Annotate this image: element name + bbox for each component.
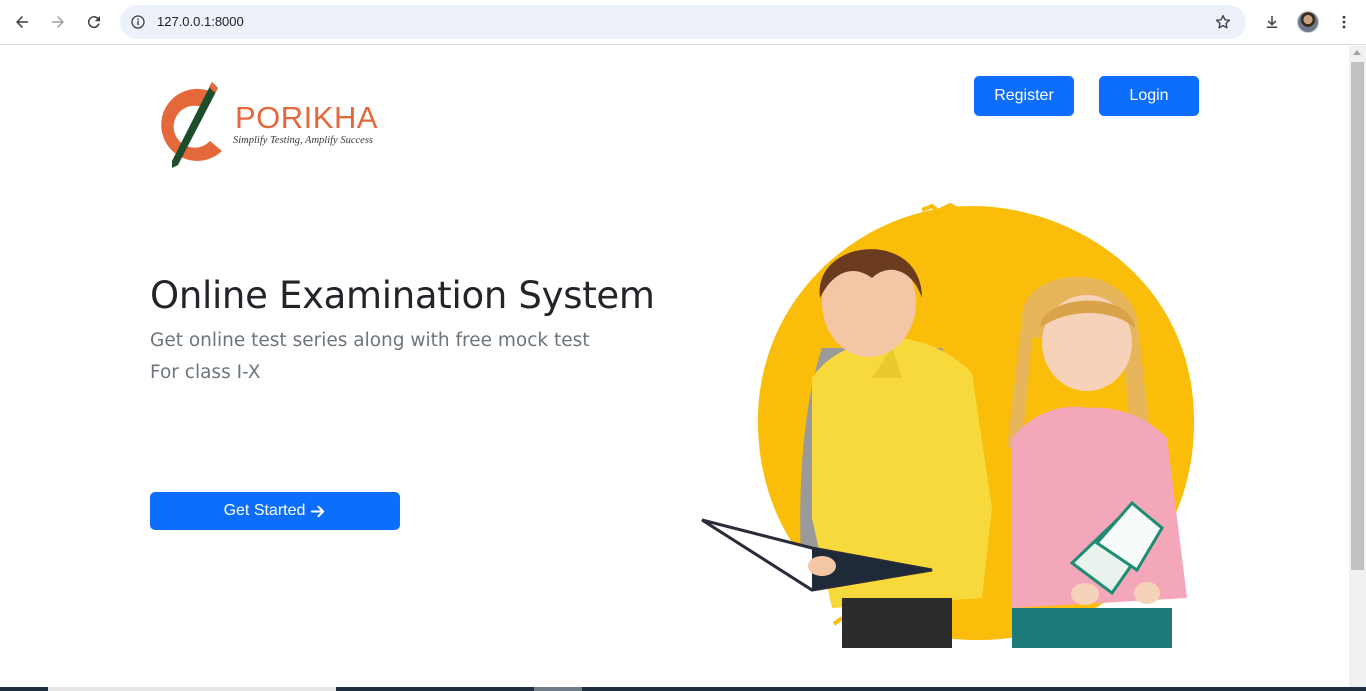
bookmark-star-icon[interactable] bbox=[1214, 13, 1232, 31]
login-button[interactable]: Login bbox=[1099, 76, 1199, 116]
back-icon[interactable] bbox=[8, 8, 36, 36]
arrow-right-icon bbox=[311, 504, 326, 519]
register-button[interactable]: Register bbox=[974, 76, 1074, 116]
page-scrollbar[interactable] bbox=[1349, 46, 1366, 687]
download-icon[interactable] bbox=[1258, 8, 1286, 36]
reload-icon[interactable] bbox=[80, 8, 108, 36]
logo-wordmark: PORIKHA bbox=[235, 100, 379, 135]
browser-toolbar: 127.0.0.1:8000 bbox=[0, 0, 1366, 45]
forward-icon[interactable] bbox=[44, 8, 72, 36]
site-info-icon[interactable] bbox=[128, 12, 148, 32]
address-bar[interactable]: 127.0.0.1:8000 bbox=[120, 5, 1246, 39]
get-started-button[interactable]: Get Started bbox=[150, 492, 400, 530]
hero-subtitle: Get online test series along with free m… bbox=[150, 330, 590, 351]
porikha-logo[interactable]: PORIKHA Simplify Testing, Amplify Succes… bbox=[152, 79, 402, 171]
url-text[interactable]: 127.0.0.1:8000 bbox=[157, 14, 244, 29]
page-content: PORIKHA Simplify Testing, Amplify Succes… bbox=[0, 46, 1349, 687]
scroll-thumb[interactable] bbox=[1351, 62, 1364, 570]
menu-dots-icon[interactable] bbox=[1330, 8, 1358, 36]
taskbar-segment bbox=[534, 687, 582, 691]
logo-emblem-icon bbox=[161, 82, 222, 168]
logo-tagline: Simplify Testing, Amplify Success bbox=[233, 135, 373, 146]
hero-title: Online Examination System bbox=[150, 274, 655, 317]
get-started-label: Get Started bbox=[223, 502, 306, 519]
profile-avatar[interactable] bbox=[1297, 11, 1319, 33]
scroll-up-icon[interactable] bbox=[1353, 50, 1361, 55]
hero-class-range: For class I-X bbox=[150, 362, 261, 383]
taskbar-segment bbox=[48, 687, 336, 691]
hero-students-image bbox=[701, 202, 1195, 648]
